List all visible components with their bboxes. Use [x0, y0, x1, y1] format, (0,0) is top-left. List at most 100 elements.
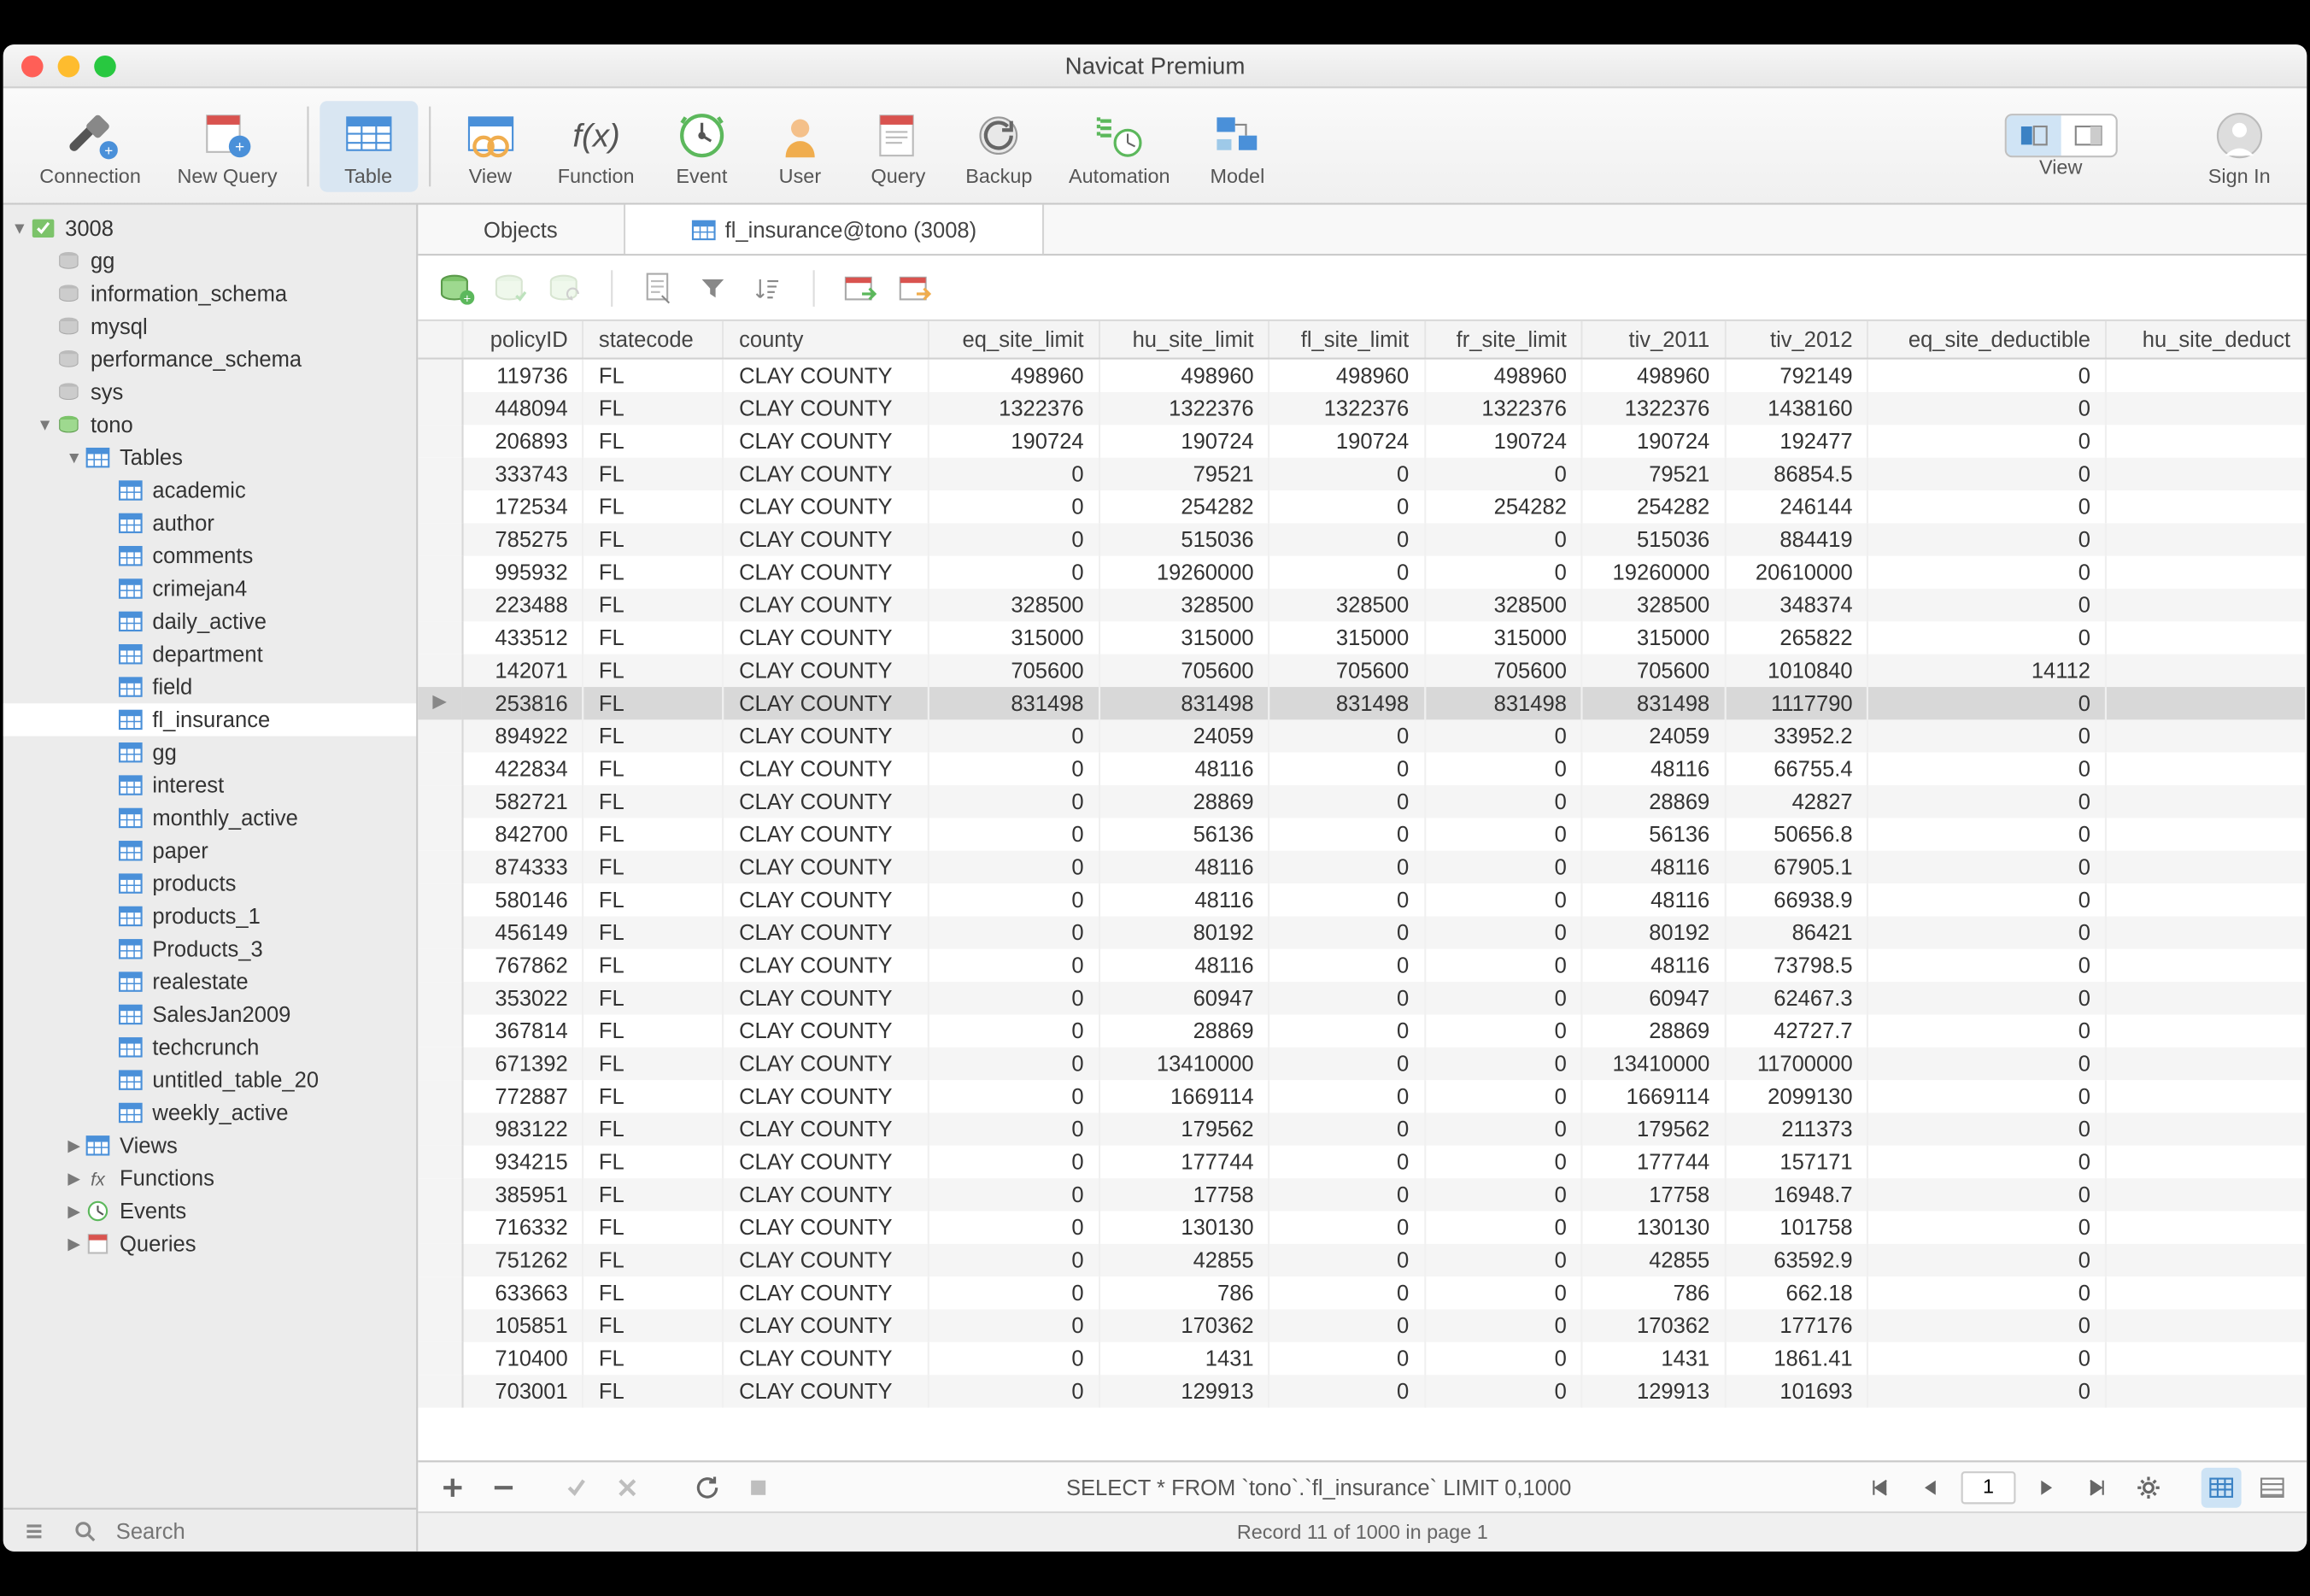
tree-table-products_1[interactable]: products_1: [3, 900, 417, 932]
cell[interactable]: 0: [1868, 490, 2106, 522]
cell[interactable]: 0: [1868, 915, 2106, 948]
cell[interactable]: 0: [1868, 981, 2106, 1013]
filter-icon[interactable]: [693, 267, 733, 308]
apply-changes-icon[interactable]: [556, 1467, 596, 1507]
cell[interactable]: CLAY COUNTY: [724, 1013, 929, 1046]
cell[interactable]: 0: [1868, 1341, 2106, 1374]
cell[interactable]: 0: [1868, 522, 2106, 554]
cell[interactable]: 0: [929, 1243, 1099, 1276]
cell[interactable]: 0: [1868, 620, 2106, 653]
toolbar-user-button[interactable]: User: [751, 100, 849, 191]
cell[interactable]: 190724: [929, 424, 1099, 456]
cell[interactable]: 28869: [1099, 1013, 1269, 1046]
cell[interactable]: 42727.7: [1725, 1013, 1867, 1046]
cell[interactable]: 13410000: [1582, 1047, 1725, 1079]
table-row[interactable]: 385951FLCLAY COUNTY017758001775816948.70: [418, 1177, 2306, 1210]
column-header[interactable]: statecode: [583, 321, 724, 359]
cell[interactable]: 422834: [462, 752, 583, 784]
minimize-button[interactable]: [58, 55, 80, 77]
cell[interactable]: FL: [583, 1079, 724, 1112]
cell[interactable]: 0: [1424, 1047, 1582, 1079]
cell[interactable]: 0: [1868, 1210, 2106, 1242]
sidebar-settings-icon[interactable]: [14, 1511, 54, 1551]
cell[interactable]: 254282: [1424, 490, 1582, 522]
table-row[interactable]: 983122FLCLAY COUNTY017956200179562211373…: [418, 1112, 2306, 1144]
cell[interactable]: 0: [929, 1145, 1099, 1177]
import-icon[interactable]: [841, 267, 881, 308]
cell[interactable]: 333743: [462, 457, 583, 490]
cell[interactable]: 63592.9: [1725, 1243, 1867, 1276]
cell[interactable]: 0: [929, 948, 1099, 981]
cell[interactable]: CLAY COUNTY: [724, 915, 929, 948]
cell[interactable]: 211373: [1725, 1112, 1867, 1144]
cell[interactable]: 1669114: [1582, 1079, 1725, 1112]
cell[interactable]: CLAY COUNTY: [724, 1047, 929, 1079]
cell[interactable]: [2106, 1145, 2306, 1177]
cell[interactable]: 0: [1269, 1112, 1425, 1144]
cell[interactable]: FL: [583, 424, 724, 456]
cell[interactable]: 0: [1424, 1145, 1582, 1177]
tree-table-daily_active[interactable]: daily_active: [3, 605, 417, 637]
cell[interactable]: 580146: [462, 883, 583, 915]
cell[interactable]: 0: [1424, 883, 1582, 915]
column-header[interactable]: hu_site_deduct: [2106, 321, 2306, 359]
cell[interactable]: 0: [929, 1013, 1099, 1046]
cell[interactable]: CLAY COUNTY: [724, 1079, 929, 1112]
cell[interactable]: FL: [583, 1177, 724, 1210]
cell[interactable]: 48116: [1099, 752, 1269, 784]
cell[interactable]: 119736: [462, 359, 583, 391]
cell[interactable]: FL: [583, 588, 724, 620]
cell[interactable]: FL: [583, 752, 724, 784]
cell[interactable]: 0: [1424, 457, 1582, 490]
cell[interactable]: [2106, 1374, 2306, 1406]
tree-db-performance_schema[interactable]: performance_schema: [3, 343, 417, 375]
cell[interactable]: 498960: [1424, 359, 1582, 391]
cell[interactable]: CLAY COUNTY: [724, 1341, 929, 1374]
cell[interactable]: 0: [1868, 719, 2106, 751]
tree-table-weekly_active[interactable]: weekly_active: [3, 1096, 417, 1129]
cell[interactable]: 315000: [1582, 620, 1725, 653]
cell[interactable]: 894922: [462, 719, 583, 751]
cell[interactable]: 0: [1424, 1210, 1582, 1242]
cell[interactable]: 0: [1424, 1243, 1582, 1276]
cell[interactable]: [2106, 1177, 2306, 1210]
cell[interactable]: 0: [929, 522, 1099, 554]
cell[interactable]: 772887: [462, 1079, 583, 1112]
cell[interactable]: 24059: [1582, 719, 1725, 751]
table-row[interactable]: 767862FLCLAY COUNTY048116004811673798.50: [418, 948, 2306, 981]
cell[interactable]: 662.18: [1725, 1276, 1867, 1308]
cell[interactable]: 0: [1424, 522, 1582, 554]
cell[interactable]: 705600: [1099, 654, 1269, 686]
cell[interactable]: FL: [583, 686, 724, 719]
cell[interactable]: FL: [583, 981, 724, 1013]
cell[interactable]: CLAY COUNTY: [724, 588, 929, 620]
cell[interactable]: 16948.7: [1725, 1177, 1867, 1210]
cell[interactable]: 19260000: [1582, 555, 1725, 588]
cell[interactable]: 0: [929, 555, 1099, 588]
cell[interactable]: FL: [583, 1243, 724, 1276]
cell[interactable]: 0: [1269, 1341, 1425, 1374]
tree-table-paper[interactable]: paper: [3, 835, 417, 867]
cell[interactable]: 0: [929, 719, 1099, 751]
cell[interactable]: 0: [1269, 752, 1425, 784]
cell[interactable]: [2106, 1112, 2306, 1144]
table-row[interactable]: 716332FLCLAY COUNTY013013000130130101758…: [418, 1210, 2306, 1242]
export-icon[interactable]: [894, 267, 935, 308]
tree-table-author[interactable]: author: [3, 507, 417, 539]
cell[interactable]: 1861.41: [1725, 1341, 1867, 1374]
cell[interactable]: FL: [583, 1112, 724, 1144]
cell[interactable]: CLAY COUNTY: [724, 752, 929, 784]
cell[interactable]: 101758: [1725, 1210, 1867, 1242]
table-row[interactable]: 448094FLCLAY COUNTY132237613223761322376…: [418, 391, 2306, 424]
cell[interactable]: 0: [1868, 1145, 2106, 1177]
tree-views-folder[interactable]: ▶Views: [3, 1130, 417, 1162]
cell[interactable]: 0: [1269, 915, 1425, 948]
cell[interactable]: 0: [1269, 1308, 1425, 1341]
cell[interactable]: CLAY COUNTY: [724, 457, 929, 490]
cell[interactable]: CLAY COUNTY: [724, 784, 929, 817]
cell[interactable]: CLAY COUNTY: [724, 850, 929, 883]
cell[interactable]: 705600: [1269, 654, 1425, 686]
cell[interactable]: 105851: [462, 1308, 583, 1341]
cell[interactable]: 60947: [1099, 981, 1269, 1013]
cell[interactable]: 1322376: [1099, 391, 1269, 424]
